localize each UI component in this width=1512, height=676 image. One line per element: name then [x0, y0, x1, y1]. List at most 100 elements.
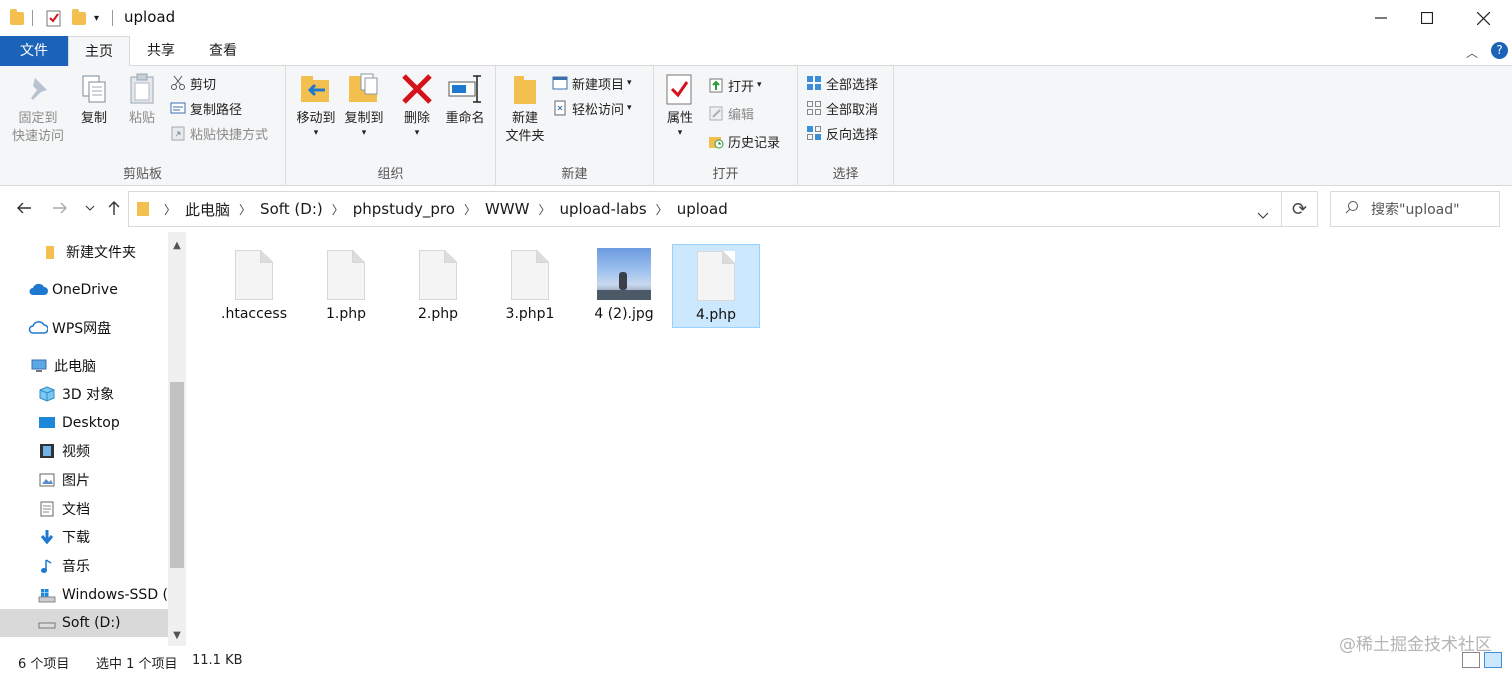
- nav-item-windows-ssd[interactable]: Windows-SSD (: [0, 581, 168, 609]
- large-icons-view-icon[interactable]: [1484, 652, 1502, 668]
- breadcrumb-separator: 〉: [463, 202, 476, 217]
- tab-home[interactable]: 主页: [68, 36, 130, 67]
- breadcrumb-upload[interactable]: upload: [677, 200, 728, 218]
- recent-locations-chevron-icon[interactable]: [78, 196, 102, 220]
- computer-icon: [30, 358, 48, 374]
- properties-button[interactable]: 属性 ▾: [660, 72, 700, 138]
- file-item-1-php[interactable]: 1.php: [302, 244, 390, 328]
- ribbon-tabs: 文件 主页 共享 查看 ︿ ?: [0, 36, 1512, 67]
- select-none-button[interactable]: 全部取消: [806, 97, 878, 119]
- nav-item-label: 文档: [62, 502, 90, 518]
- breadcrumb-soft-d[interactable]: Soft (D:): [260, 200, 323, 218]
- history-button[interactable]: 历史记录: [708, 130, 780, 152]
- nav-item-label: 下载: [62, 530, 90, 546]
- rename-button[interactable]: 重命名: [440, 72, 490, 128]
- maximize-icon[interactable]: [1404, 0, 1450, 36]
- nav-item-documents[interactable]: 文档: [0, 495, 168, 523]
- nav-item-wps-drive[interactable]: WPS网盘: [0, 314, 168, 342]
- tab-file[interactable]: 文件: [0, 36, 68, 66]
- open-button[interactable]: 打开 ▾: [708, 74, 762, 96]
- nav-item-3d-objects[interactable]: 3D 对象: [0, 380, 168, 408]
- tab-share[interactable]: 共享: [134, 36, 188, 66]
- address-bar[interactable]: 〉 此电脑 〉 Soft (D:) 〉 phpstudy_pro 〉 WWW 〉…: [128, 191, 1282, 227]
- easy-access-dropdown-icon: ▾: [627, 103, 632, 113]
- close-icon[interactable]: [1460, 0, 1506, 36]
- file-name: 4.php: [695, 307, 736, 323]
- forward-arrow-icon[interactable]: [48, 196, 72, 220]
- cube-icon: [38, 386, 56, 402]
- search-box[interactable]: 搜索"upload": [1330, 191, 1500, 227]
- file-item-2-php[interactable]: 2.php: [394, 244, 482, 328]
- easy-access-button[interactable]: 轻松访问 ▾: [552, 97, 632, 119]
- paste-icon: [125, 72, 159, 106]
- file-item-3-php1[interactable]: 3.php1: [486, 244, 574, 328]
- scroll-down-icon[interactable]: ▼: [168, 626, 186, 644]
- new-folder-button[interactable]: 新建 文件夹: [500, 72, 550, 146]
- ribbon: 固定到 快速访问 复制 粘贴 剪切 复制路径 粘贴快捷方式 剪贴板 移动到 ▾ …: [0, 66, 1512, 186]
- paste-button[interactable]: 粘贴: [120, 72, 164, 128]
- paste-shortcut-button[interactable]: 粘贴快捷方式: [170, 122, 268, 144]
- refresh-icon[interactable]: ⟳: [1282, 191, 1318, 227]
- copy-path-button[interactable]: 复制路径: [170, 97, 242, 119]
- copy-button[interactable]: 复制: [72, 72, 116, 128]
- nav-item-new-folder[interactable]: 新建文件夹: [0, 238, 168, 266]
- breadcrumb-www[interactable]: WWW: [485, 200, 530, 218]
- properties-quick-icon[interactable]: [46, 9, 62, 27]
- customize-quick-access-icon[interactable]: ▾: [94, 9, 99, 27]
- file-icon: [327, 250, 365, 300]
- address-dropdown-chevron-icon[interactable]: [1257, 205, 1269, 223]
- item-count: 6 个项目: [18, 657, 70, 672]
- cut-button[interactable]: 剪切: [170, 72, 216, 94]
- edit-button[interactable]: 编辑: [708, 102, 754, 124]
- details-view-icon[interactable]: [1462, 652, 1480, 668]
- minimize-icon[interactable]: [1358, 0, 1404, 36]
- collapse-ribbon-icon[interactable]: ︿: [1466, 44, 1478, 61]
- address-row: 〉 此电脑 〉 Soft (D:) 〉 phpstudy_pro 〉 WWW 〉…: [0, 186, 1512, 230]
- breadcrumb-upload-labs[interactable]: upload-labs: [559, 200, 646, 218]
- file-item-htaccess[interactable]: .htaccess: [210, 244, 298, 328]
- nav-item-label: Desktop: [62, 415, 120, 431]
- select-all-button[interactable]: 全部选择: [806, 72, 878, 94]
- search-placeholder: 搜索"upload": [1371, 202, 1460, 218]
- delete-label: 删除: [403, 111, 430, 126]
- paste-shortcut-label: 粘贴快捷方式: [190, 127, 269, 143]
- copy-to-button[interactable]: 复制到 ▾: [340, 72, 388, 138]
- search-icon: [1345, 200, 1359, 218]
- nav-item-music[interactable]: 音乐: [0, 552, 168, 580]
- video-icon: [38, 443, 56, 459]
- breadcrumb-this-pc[interactable]: 此电脑: [185, 199, 230, 220]
- nav-item-pictures[interactable]: 图片: [0, 466, 168, 494]
- properties-icon: [663, 72, 697, 106]
- file-item-4-2-jpg[interactable]: 4 (2).jpg: [580, 244, 668, 328]
- nav-item-label: WPS网盘: [52, 321, 112, 337]
- new-item-button[interactable]: 新建项目 ▾: [552, 72, 632, 94]
- back-arrow-icon[interactable]: [12, 196, 36, 220]
- nav-item-downloads[interactable]: 下载: [0, 523, 168, 551]
- nav-item-videos[interactable]: 视频: [0, 437, 168, 465]
- file-icon: [511, 250, 549, 300]
- nav-scrollbar[interactable]: ▲ ▼: [168, 232, 186, 646]
- tab-view[interactable]: 查看: [196, 36, 250, 66]
- move-to-button[interactable]: 移动到 ▾: [292, 72, 340, 138]
- copy-to-dropdown-icon: ▾: [361, 128, 367, 138]
- pin-quick-access-button[interactable]: 固定到 快速访问: [8, 72, 68, 146]
- paste-shortcut-icon: [170, 125, 186, 141]
- open-label: 打开: [728, 79, 755, 95]
- copy-label: 复制: [80, 111, 107, 126]
- drive-icon: [38, 615, 56, 631]
- nav-item-onedrive[interactable]: OneDrive: [0, 276, 168, 304]
- help-icon[interactable]: ?: [1491, 42, 1508, 59]
- up-arrow-icon[interactable]: [102, 196, 126, 220]
- breadcrumb-phpstudy-pro[interactable]: phpstudy_pro: [353, 200, 455, 218]
- nav-item-soft-d[interactable]: Soft (D:): [0, 609, 168, 637]
- scroll-thumb[interactable]: [170, 382, 184, 568]
- nav-item-desktop[interactable]: Desktop: [0, 409, 168, 437]
- clipboard-group-label: 剪贴板: [122, 167, 162, 182]
- new-folder-quick-icon[interactable]: [72, 8, 86, 27]
- scroll-up-icon[interactable]: ▲: [168, 236, 186, 254]
- window-title: upload: [124, 8, 176, 26]
- delete-button[interactable]: 删除 ▾: [396, 72, 438, 138]
- file-item-4-php[interactable]: 4.php: [672, 244, 760, 328]
- invert-selection-button[interactable]: 反向选择: [806, 122, 878, 144]
- nav-item-this-pc[interactable]: 此电脑: [0, 352, 168, 380]
